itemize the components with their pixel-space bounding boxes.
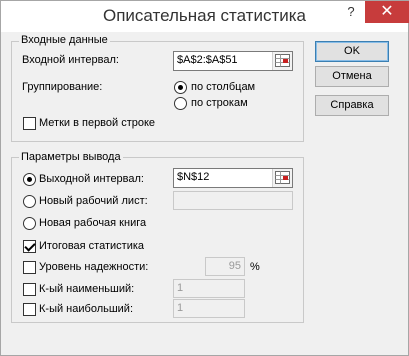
input-range-value: $A$2:$A$51	[177, 54, 238, 66]
output-range-field[interactable]: $N$12	[173, 168, 293, 188]
output-options-group-title: Параметры вывода	[19, 151, 123, 163]
help-icon[interactable]: ?	[338, 1, 364, 23]
new-book-label[interactable]: Новая рабочая книга	[39, 217, 146, 229]
labels-first-row-label[interactable]: Метки в первой строке	[39, 117, 155, 129]
labels-first-row-checkbox[interactable]	[23, 117, 36, 130]
by-rows-label[interactable]: по строкам	[191, 97, 248, 109]
kth-smallest-checkbox[interactable]	[23, 283, 36, 296]
help-button[interactable]: Справка	[315, 95, 389, 116]
range-select-icon[interactable]	[272, 52, 292, 70]
new-sheet-label[interactable]: Новый рабочий лист:	[39, 195, 148, 207]
confidence-checkbox[interactable]	[23, 261, 36, 274]
title-bar: Описательная статистика ? ✕	[1, 1, 409, 32]
radio-new-book[interactable]	[23, 217, 36, 230]
radio-by-rows[interactable]	[174, 97, 187, 110]
by-columns-label[interactable]: по столбцам	[191, 81, 255, 93]
kth-smallest-field[interactable]: 1	[173, 279, 245, 298]
radio-new-sheet[interactable]	[23, 195, 36, 208]
descriptive-statistics-dialog: Описательная статистика ? ✕ Входные данн…	[0, 0, 409, 356]
output-range-label[interactable]: Выходной интервал:	[39, 173, 144, 185]
input-range-label: Входной интервал:	[22, 54, 119, 66]
close-icon[interactable]: ✕	[365, 1, 409, 23]
confidence-unit: %	[250, 261, 260, 273]
radio-by-columns[interactable]	[174, 81, 187, 94]
confidence-label[interactable]: Уровень надежности:	[39, 261, 148, 273]
cancel-button[interactable]: Отмена	[315, 66, 389, 87]
confidence-field[interactable]: 95	[205, 257, 245, 276]
radio-output-range[interactable]	[23, 173, 36, 186]
grouping-label: Группирование:	[22, 81, 103, 93]
summary-stats-checkbox[interactable]	[23, 240, 36, 253]
kth-smallest-label[interactable]: К-ый наименьший:	[39, 283, 134, 295]
ok-button[interactable]: OK	[315, 41, 389, 62]
kth-largest-field[interactable]: 1	[173, 299, 245, 318]
kth-largest-label[interactable]: К-ый наибольший:	[39, 303, 133, 315]
summary-stats-label[interactable]: Итоговая статистика	[39, 240, 144, 252]
kth-largest-checkbox[interactable]	[23, 303, 36, 316]
new-sheet-field[interactable]	[173, 191, 293, 210]
input-data-group-title: Входные данные	[19, 34, 110, 46]
output-range-value: $N$12	[177, 171, 210, 183]
input-range-field[interactable]: $A$2:$A$51	[173, 51, 293, 71]
range-select-icon[interactable]	[272, 169, 292, 187]
